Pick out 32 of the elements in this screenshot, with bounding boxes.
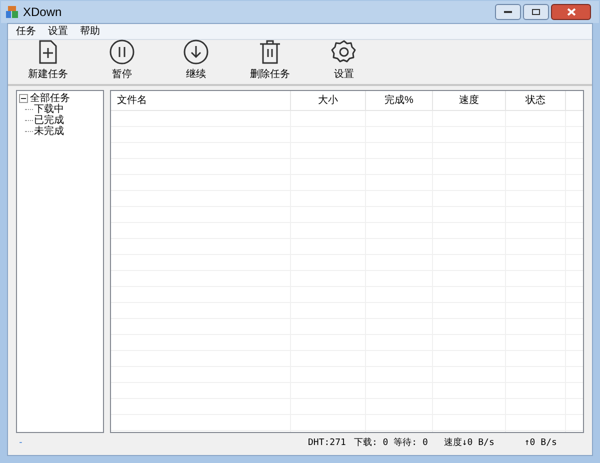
tree-item[interactable]: 全部任务 <box>30 93 70 104</box>
close-icon <box>566 8 576 16</box>
column-header[interactable]: 完成% <box>366 91 433 110</box>
tree-item[interactable]: 下载中 <box>34 104 64 115</box>
dht-count: DHT:271 <box>308 437 346 450</box>
upload-speed: ↑0 B/s <box>524 437 557 450</box>
window-title: XDown <box>23 4 62 21</box>
toolbar-button[interactable]: 暂停 <box>90 39 154 82</box>
app-icon <box>5 5 19 19</box>
tree-item[interactable]: 未完成 <box>34 126 64 137</box>
trash-icon <box>257 39 283 65</box>
column-header[interactable]: 状态 <box>506 91 566 110</box>
download-speed: 速度↓0 B/s <box>444 437 494 450</box>
tree-item[interactable]: 已完成 <box>34 115 64 126</box>
status-text: - <box>18 437 24 450</box>
restore-button[interactable] <box>523 4 549 20</box>
column-header[interactable]: 速度 <box>433 91 506 110</box>
menu-item[interactable]: 帮助 <box>80 24 100 39</box>
toolbar-button[interactable]: 新建任务 <box>16 39 80 82</box>
toolbar-button[interactable]: 继续 <box>164 39 228 82</box>
column-header[interactable]: 文件名 <box>111 91 291 110</box>
menu-item[interactable]: 任务 <box>16 24 36 39</box>
minimize-button[interactable] <box>495 4 521 20</box>
close-button[interactable] <box>551 4 591 20</box>
pause-icon <box>109 39 135 65</box>
column-header[interactable]: 大小 <box>291 91 366 110</box>
menu-item[interactable]: 设置 <box>48 24 68 39</box>
collapse-icon[interactable] <box>19 94 28 103</box>
toolbar-button[interactable]: 设置 <box>312 39 376 82</box>
toolbar-button[interactable]: 删除任务 <box>238 39 302 82</box>
queue-status: 下载: 0 等待: 0 <box>354 437 428 450</box>
settings-icon <box>331 39 357 65</box>
